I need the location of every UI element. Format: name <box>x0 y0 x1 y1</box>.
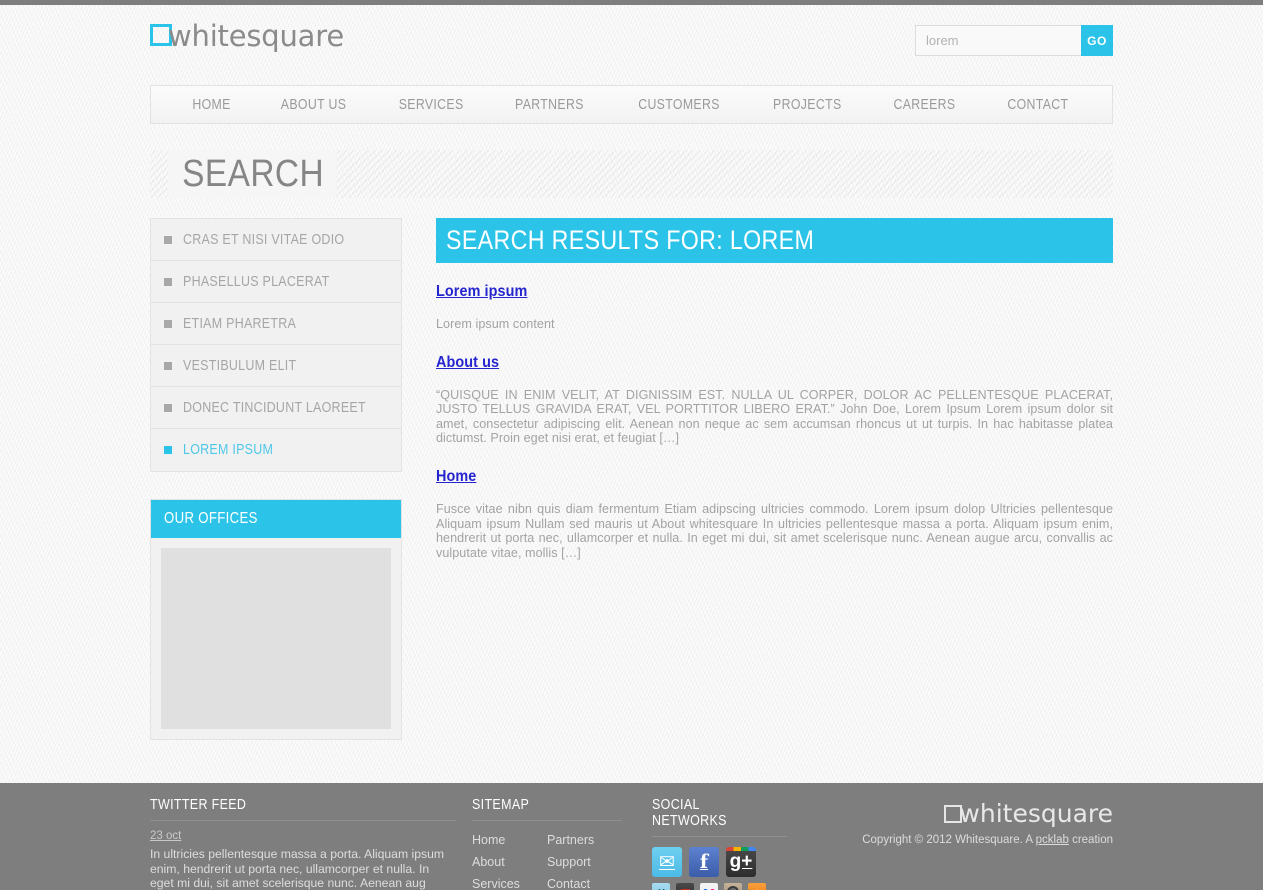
nav-item-services[interactable]: SERVICES <box>398 97 463 113</box>
widget-title: OUR OFFICES <box>164 510 258 527</box>
office-map-image <box>161 548 391 729</box>
footer-brand: whitesquare Copyright © 2012 Whitesquare… <box>862 801 1113 847</box>
search-result-item: Home Fusce vitae nibn quis diam fermentu… <box>436 468 1113 560</box>
sidebar-item-label: DONEC TINCIDUNT LAOREET <box>183 399 366 416</box>
site-logo[interactable]: whitesquare <box>150 21 344 51</box>
result-link-home[interactable]: Home <box>436 468 476 486</box>
bullet-icon <box>164 235 172 244</box>
instagram-icon[interactable] <box>724 883 742 890</box>
flickr-icon[interactable] <box>700 883 718 890</box>
sidebar: CRAS ET NISI VITAE ODIO PHASELLUS PLACER… <box>150 218 402 740</box>
bullet-icon <box>164 319 172 328</box>
nav-item-careers[interactable]: CAREERS <box>894 97 956 113</box>
search-result-item: About us “QUISQUE IN ENIM VELIT, AT DIGN… <box>436 354 1113 446</box>
footer-section-title: SITEMAP <box>472 797 622 821</box>
google-plus-icon[interactable]: g+ <box>726 847 756 877</box>
tweet-date-link[interactable]: 23 oct <box>150 830 181 842</box>
sidebar-item-phasellus-placerat[interactable]: PHASELLUS PLACERAT <box>151 261 401 303</box>
nav-item-home[interactable]: HOME <box>193 97 231 113</box>
result-excerpt: Lorem ipsum content <box>436 317 555 331</box>
result-link-about-us[interactable]: About us <box>436 354 499 372</box>
sitemap-column-2: Partners Support Contact <box>547 831 622 890</box>
nav-item-customers[interactable]: CUSTOMERS <box>638 97 720 113</box>
logo-text: whitesquare <box>168 19 344 53</box>
footer-inner: TWITTER FEED 23 oct In ultricies pellent… <box>150 783 1113 890</box>
list-item: Services <box>472 875 547 890</box>
sitemap-link-support[interactable]: Support <box>547 855 591 869</box>
page-root: whitesquare GO HOME ABOUT US SERVICES PA… <box>0 5 1263 740</box>
widget-body <box>151 538 401 739</box>
social-icons-primary: ✉ f g+ <box>652 847 787 877</box>
sitemap-columns: Home About Services Partners Support Con… <box>472 831 622 890</box>
sidebar-item-label: ETIAM PHARETRA <box>183 315 297 332</box>
sitemap-link-services[interactable]: Services <box>472 877 520 890</box>
sidebar-item-label: LOREM IPSUM <box>183 442 274 458</box>
footer-section-title: SOCIAL NETWORKS <box>652 797 787 837</box>
sidebar-item-label: PHASELLUS PLACERAT <box>183 273 330 290</box>
main-navigation: HOME ABOUT US SERVICES PARTNERS CUSTOMER… <box>150 85 1113 124</box>
page-title: SEARCH <box>168 150 337 198</box>
list-item: About <box>472 853 547 871</box>
search-result-item: Lorem ipsum Lorem ipsum content <box>436 283 1113 332</box>
pcklab-link[interactable]: pcklab <box>1036 834 1069 846</box>
footer-sitemap: SITEMAP Home About Services Partners Sup… <box>472 797 622 890</box>
bullet-icon <box>164 361 172 370</box>
nav-item-contact[interactable]: CONTACT <box>1007 97 1068 113</box>
sidebar-item-vestibulum-elit[interactable]: VESTIBULUM ELIT <box>151 345 401 387</box>
youtube-icon[interactable] <box>676 883 694 890</box>
header-search: GO <box>915 25 1113 56</box>
bullet-icon <box>164 403 172 412</box>
content-area: CRAS ET NISI VITAE ODIO PHASELLUS PLACER… <box>150 218 1113 740</box>
site-header: whitesquare GO <box>150 5 1113 85</box>
copyright-suffix: creation <box>1068 834 1113 846</box>
sidebar-item-lorem-ipsum[interactable]: LOREM IPSUM <box>151 429 401 471</box>
sitemap-link-partners[interactable]: Partners <box>547 833 594 847</box>
sidebar-menu: CRAS ET NISI VITAE ODIO PHASELLUS PLACER… <box>150 218 402 472</box>
copyright-notice: Copyright © 2012 Whitesquare. A pcklab c… <box>862 834 1113 846</box>
sitemap-link-home[interactable]: Home <box>472 833 505 847</box>
sidebar-item-label: VESTIBULUM ELIT <box>183 357 297 374</box>
footer-logo-text: whitesquare <box>959 799 1113 828</box>
sitemap-link-about[interactable]: About <box>472 855 505 869</box>
page-wrapper: whitesquare GO HOME ABOUT US SERVICES PA… <box>150 5 1113 740</box>
list-item: Partners <box>547 831 622 849</box>
search-input[interactable] <box>915 25 1081 56</box>
result-link-lorem-ipsum[interactable]: Lorem ipsum <box>436 283 527 301</box>
footer-logo[interactable]: whitesquare <box>862 801 1113 827</box>
footer-social-networks: SOCIAL NETWORKS ✉ f g+ v ◔ <box>652 797 787 890</box>
nav-item-projects[interactable]: PROJECTS <box>773 97 841 113</box>
bullet-icon <box>164 277 172 286</box>
tweet-text: In ultricies pellentesque massa a porta.… <box>150 847 445 890</box>
sidebar-item-label: CRAS ET NISI VITAE ODIO <box>183 231 345 248</box>
nav-item-about-us[interactable]: ABOUT US <box>281 97 347 113</box>
footer-twitter-feed: TWITTER FEED 23 oct In ultricies pellent… <box>150 797 456 890</box>
widget-header: OUR OFFICES <box>151 500 401 538</box>
sidebar-item-etiam-pharetra[interactable]: ETIAM PHARETRA <box>151 303 401 345</box>
twitter-icon[interactable]: ✉ <box>652 847 682 877</box>
list-item: Contact <box>547 875 622 890</box>
social-icons-secondary: v ◔ <box>652 883 787 890</box>
list-item: Support <box>547 853 622 871</box>
search-results-title: SEARCH RESULTS FOR: LOREM <box>446 225 815 255</box>
our-offices-widget: OUR OFFICES <box>150 499 402 740</box>
vimeo-icon[interactable]: v <box>652 883 670 890</box>
page-title-band: SEARCH <box>150 150 1113 198</box>
sidebar-item-cras-et-nisi-vitae-odio[interactable]: CRAS ET NISI VITAE ODIO <box>151 219 401 261</box>
sidebar-item-donec-tincidunt-laoreet[interactable]: DONEC TINCIDUNT LAOREET <box>151 387 401 429</box>
copyright-prefix: Copyright © 2012 Whitesquare. A <box>862 834 1036 846</box>
result-excerpt: Fusce vitae nibn quis diam fermentum Eti… <box>436 501 1113 560</box>
result-excerpt: “QUISQUE IN ENIM VELIT, AT DIGNISSIM EST… <box>436 387 1113 446</box>
bullet-icon <box>164 446 172 454</box>
search-results-panel: SEARCH RESULTS FOR: LOREM Lorem ipsum Lo… <box>436 218 1113 560</box>
list-item: Home <box>472 831 547 849</box>
search-results-header: SEARCH RESULTS FOR: LOREM <box>436 218 1113 263</box>
site-footer: TWITTER FEED 23 oct In ultricies pellent… <box>0 783 1263 890</box>
rss-icon[interactable]: ◔ <box>748 883 766 890</box>
nav-item-partners[interactable]: PARTNERS <box>515 97 584 113</box>
sitemap-link-contact[interactable]: Contact <box>547 877 590 890</box>
search-submit-button[interactable]: GO <box>1081 25 1113 56</box>
footer-section-title: TWITTER FEED <box>150 797 456 821</box>
sitemap-column-1: Home About Services <box>472 831 547 890</box>
facebook-icon[interactable]: f <box>689 847 719 877</box>
